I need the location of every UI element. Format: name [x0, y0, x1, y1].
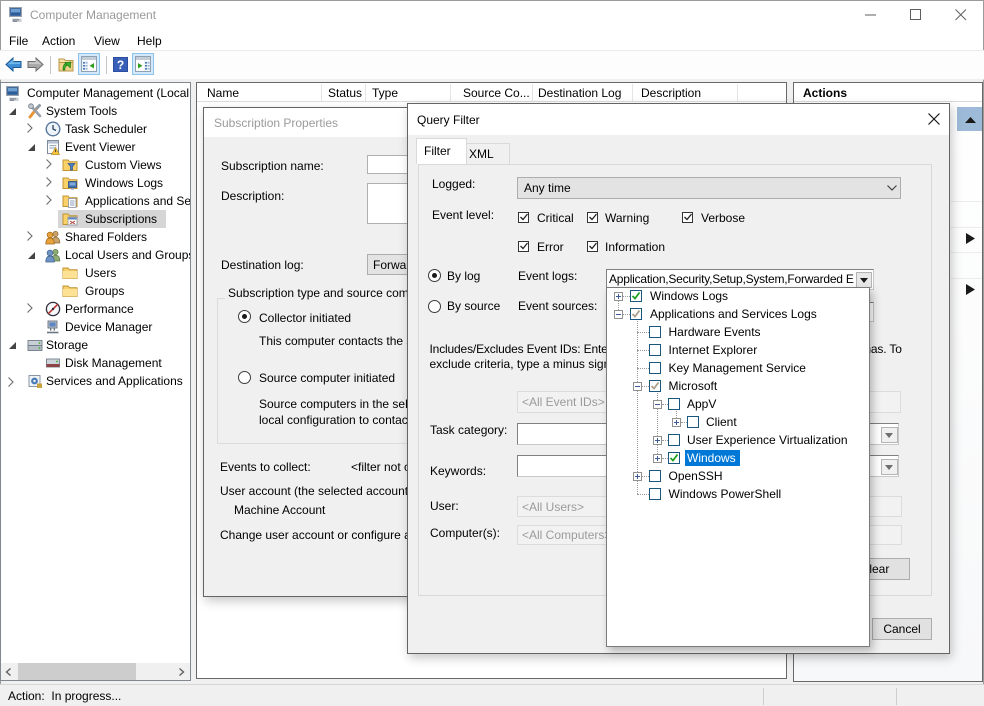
svg-text:?: ? [117, 58, 124, 72]
